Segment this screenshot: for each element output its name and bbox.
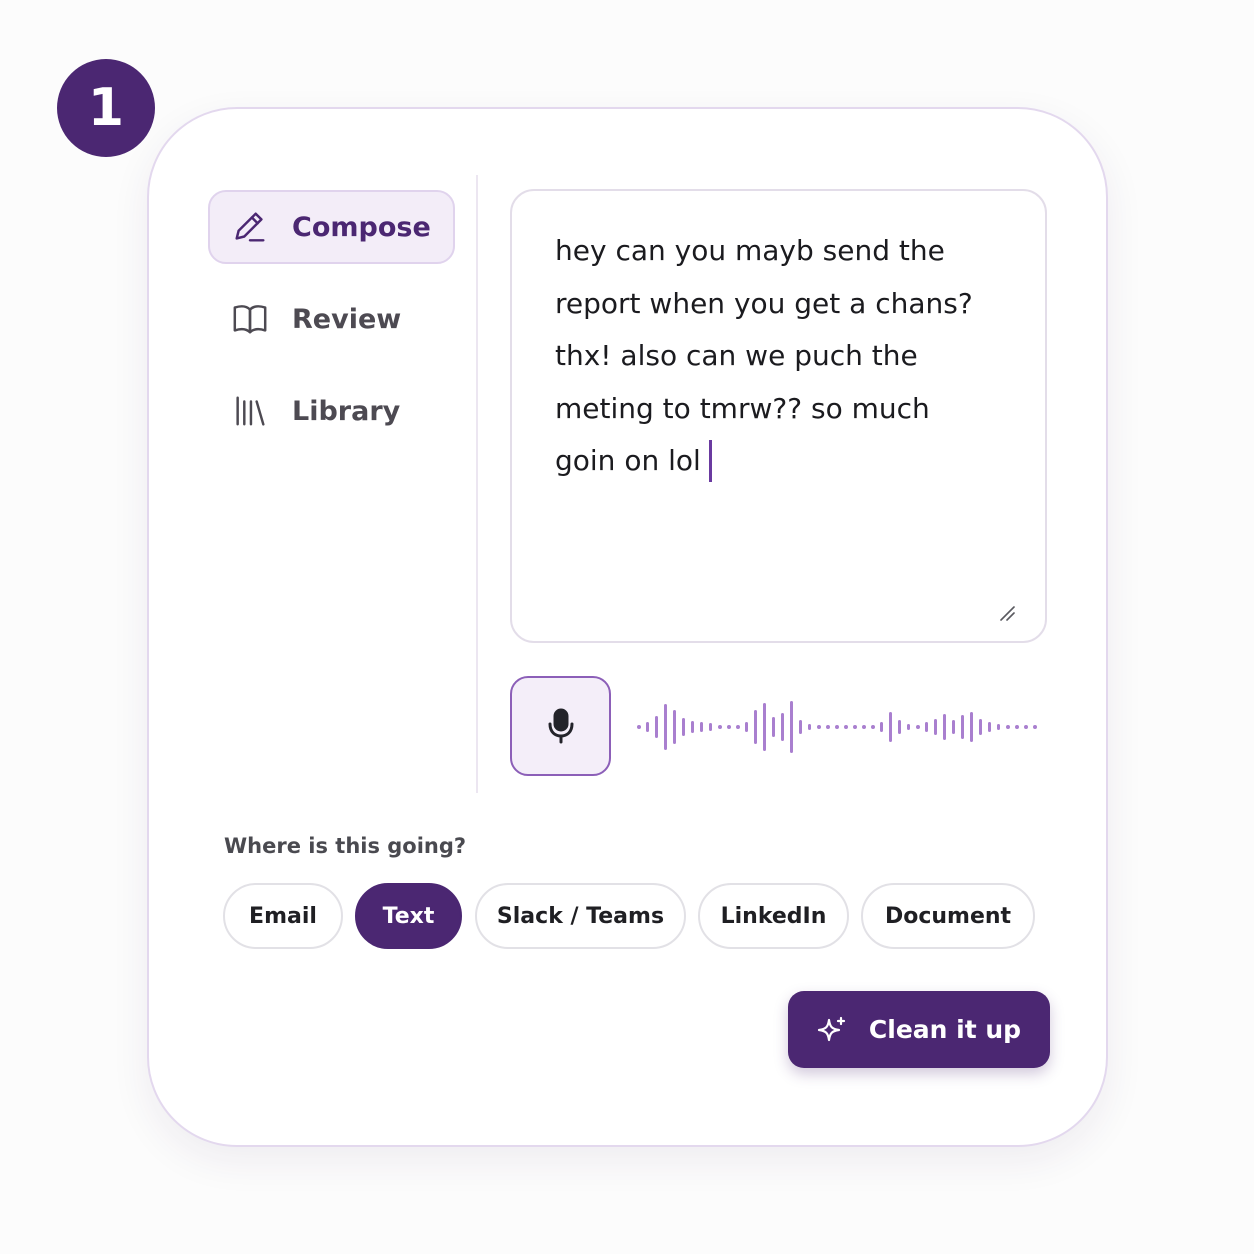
sidebar-item-library[interactable]: Library [208,374,455,448]
waveform-bar [817,725,821,729]
waveform-bar [781,713,784,741]
message-text: hey can you mayb send the report when yo… [555,225,1003,488]
vertical-divider [476,175,478,793]
chip-linkedin[interactable]: LinkedIn [698,883,849,949]
waveform-bar [844,725,848,729]
waveform-bar [916,725,920,729]
book-icon [230,299,270,339]
pencil-icon [230,207,270,247]
message-line: goin on lol [555,444,701,477]
chip-slack-teams[interactable]: Slack / Teams [475,883,686,949]
waveform-bar [988,722,991,732]
waveform-bar [754,710,757,744]
sidebar-nav: Compose Review Library [208,190,455,466]
chip-document[interactable]: Document [861,883,1035,949]
message-line: hey can you mayb send the [555,234,945,267]
text-caret [708,440,712,482]
sidebar-item-compose[interactable]: Compose [208,190,455,264]
sidebar-item-label: Review [292,303,402,335]
clean-it-up-button[interactable]: Clean it up [788,991,1050,1068]
waveform-bar [727,725,731,729]
waveform-bar [853,725,857,729]
waveform-bar [826,725,830,729]
waveform-bar [637,725,641,729]
compose-card: Compose Review Library hey can you mayb … [147,107,1108,1147]
chip-text[interactable]: Text [355,883,462,949]
step-number-badge: 1 [57,59,155,157]
waveform-bar [1033,725,1037,729]
waveform-bar [664,704,667,750]
message-line-last: goin on lol [555,435,1003,488]
waveform-bar [763,703,766,751]
waveform-bar [736,725,740,729]
message-line: thx! also can we puch the [555,339,918,372]
waveform-bar [970,712,973,742]
waveform-bar [835,725,839,729]
waveform-bar [700,722,703,732]
waveform-bar [889,712,892,742]
sparkle-icon [817,1016,846,1041]
sidebar-item-label: Compose [292,211,431,243]
waveform-bar [979,719,982,735]
resize-handle-icon[interactable] [999,605,1015,621]
waveform-bar [952,720,955,734]
destination-label: Where is this going? [224,834,467,858]
chip-label: Slack / Teams [496,903,665,929]
waveform-bar [772,717,775,737]
waveform-bar [790,701,793,753]
waveform-bar [997,724,1000,730]
waveform-bar [943,714,946,740]
clean-it-up-label: Clean it up [868,1015,1022,1044]
chip-label: Email [249,903,317,929]
waveform-bar [961,715,964,739]
sidebar-item-review[interactable]: Review [208,282,455,356]
waveform-bar [871,725,875,729]
waveform-bar [682,718,685,736]
waveform-bar [709,723,712,731]
waveform-bar [655,716,658,738]
waveform-bar [718,725,722,729]
waveform-bar [907,724,910,730]
waveform-bar [745,722,748,732]
library-icon [230,391,270,431]
microphone-button[interactable] [510,676,611,776]
message-line: meting to tmrw?? so much [555,391,930,425]
sidebar-item-label: Library [292,395,401,427]
microphone-icon [548,708,573,744]
message-line: report when you get a chans? [555,286,973,320]
waveform-bar [880,722,883,732]
waveform-bar [808,724,811,730]
waveform-bar [862,725,866,729]
waveform-bar [691,721,694,733]
waveform-bar [934,719,937,735]
message-textarea[interactable]: hey can you mayb send the report when yo… [510,189,1047,643]
chip-label: Document [884,903,1012,929]
audio-waveform [637,699,1037,755]
chip-email[interactable]: Email [223,883,343,949]
chip-label: LinkedIn [720,903,827,929]
waveform-bar [925,722,928,732]
waveform-bar [1006,725,1010,729]
waveform-bar [799,720,802,734]
waveform-bar [673,710,676,744]
waveform-bar [898,720,901,734]
chip-label: Text [382,903,435,929]
step-number: 1 [87,78,125,138]
waveform-bar [1024,725,1028,729]
waveform-bar [646,722,649,732]
waveform-bar [1015,725,1019,729]
